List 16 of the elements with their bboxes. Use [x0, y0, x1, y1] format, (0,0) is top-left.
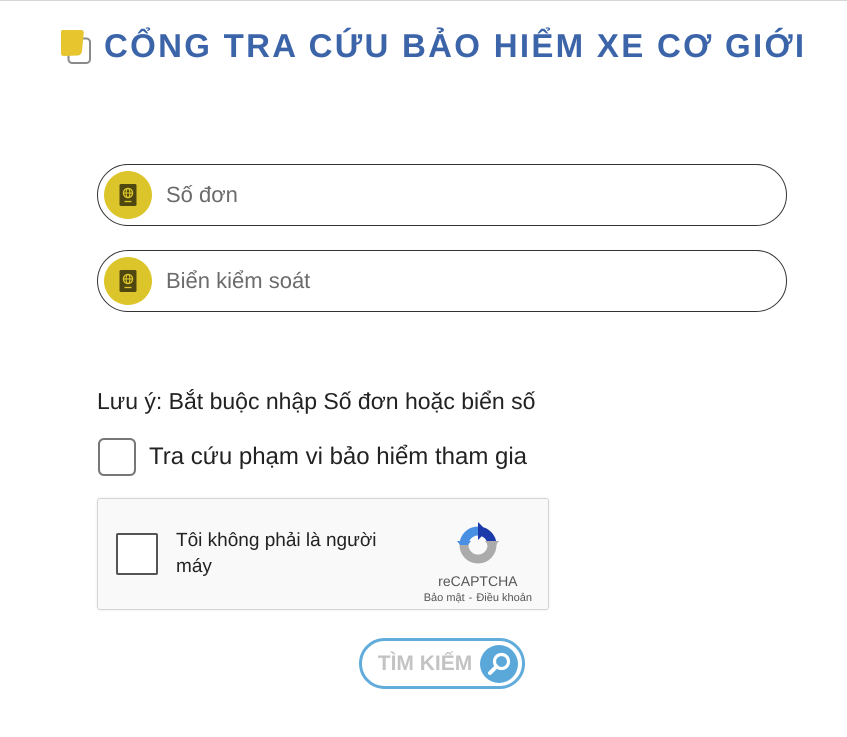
link-separator: - — [468, 592, 472, 605]
captcha-brand: reCAPTCHA — [438, 573, 518, 589]
terms-link[interactable]: Điều khoản — [476, 592, 532, 605]
checkbox-label: Tra cứu phạm vi bảo hiểm tham gia — [149, 443, 528, 471]
card-icon — [60, 28, 91, 64]
input-field[interactable]: Biển kiểm soát — [97, 250, 787, 312]
checkbox[interactable] — [98, 438, 136, 476]
note-text: Lưu ý: Bắt buộc nhập Số đơn hoặc biển số — [97, 387, 536, 416]
passport-icon — [104, 171, 152, 219]
captcha-label: Tôi không phải là người máy — [176, 529, 378, 579]
privacy-link[interactable]: Bảo mật — [424, 592, 465, 605]
page-title: CỔNG TRA CỨU BẢO HIỂM XE CƠ GIỚI — [104, 27, 806, 65]
search-icon — [480, 644, 518, 682]
captcha-checkbox[interactable] — [116, 533, 158, 575]
input-field[interactable]: Số đơn — [97, 164, 787, 226]
passport-icon — [104, 257, 152, 305]
